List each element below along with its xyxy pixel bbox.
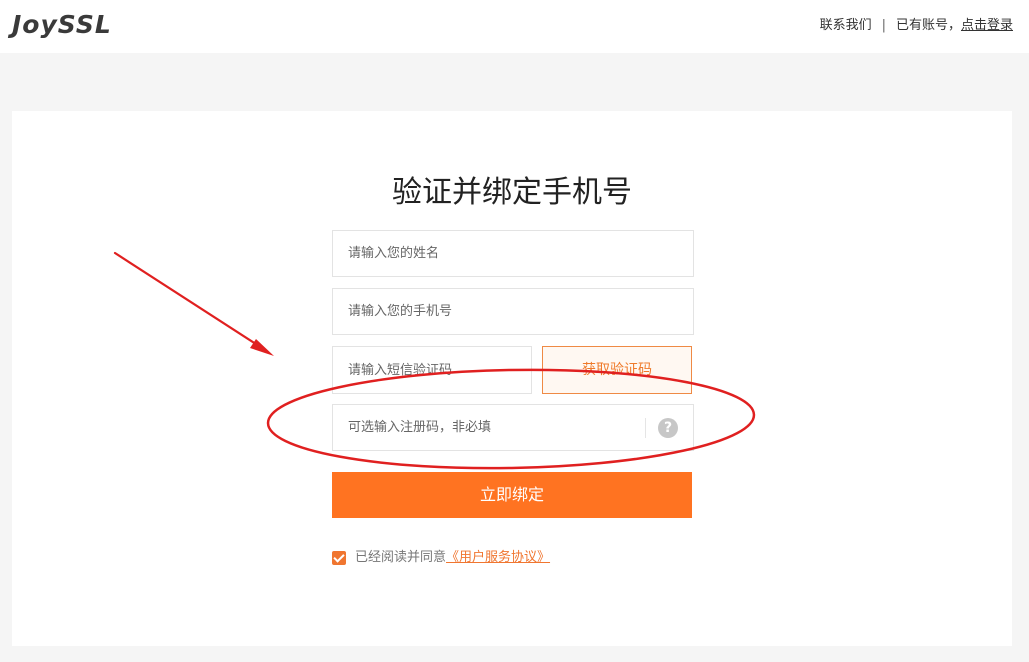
agreement-row: 已经阅读并同意《用户服务协议》 [332, 548, 550, 568]
top-header: JoySSL 联系我们 | 已有账号，点击登录 [0, 0, 1029, 53]
joyssl-logo[interactable]: JoySSL [12, 8, 112, 42]
page-title: 验证并绑定手机号 [392, 175, 632, 211]
register-code-field[interactable]: ? [332, 404, 694, 451]
header-separator: | [881, 18, 886, 33]
register-code-input[interactable] [333, 405, 693, 450]
have-account-text: 已有账号， [895, 18, 961, 33]
bind-submit-button[interactable]: 立即绑定 [332, 472, 692, 518]
agree-checkbox[interactable] [332, 551, 346, 565]
login-link[interactable]: 点击登录 [961, 18, 1013, 33]
help-question-icon[interactable]: ? [658, 418, 678, 438]
sms-code-field[interactable] [332, 346, 532, 394]
top-links: 联系我们 | 已有账号，点击登录 [820, 16, 1013, 36]
sms-code-input[interactable] [333, 347, 531, 393]
agree-text: 已经阅读并同意 [355, 550, 447, 565]
bind-phone-card: 验证并绑定手机号 获取验证码 ? 立即绑定 已经阅读并同意《用户服务协议》 [12, 111, 1012, 646]
get-code-button[interactable]: 获取验证码 [542, 346, 692, 394]
help-divider [645, 418, 646, 438]
name-field[interactable] [332, 230, 694, 277]
name-input[interactable] [333, 231, 693, 276]
phone-input[interactable] [333, 289, 693, 334]
phone-field[interactable] [332, 288, 694, 335]
contact-us-link[interactable]: 联系我们 [820, 18, 872, 33]
user-agreement-link[interactable]: 《用户服务协议》 [446, 550, 550, 565]
